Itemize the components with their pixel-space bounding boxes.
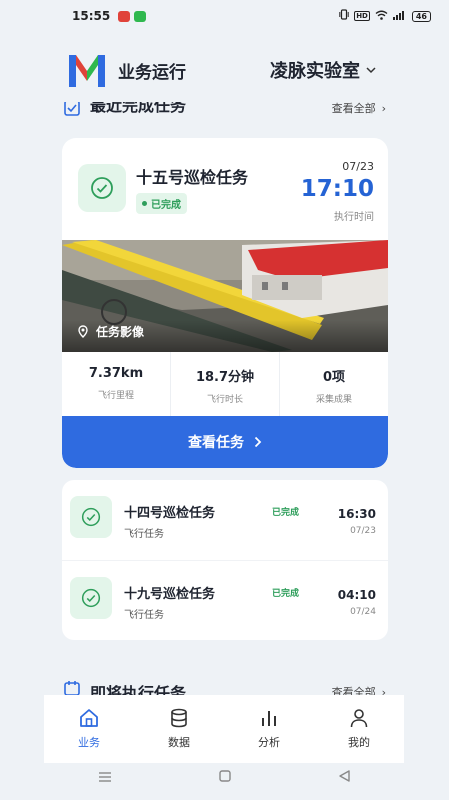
task-type: 飞行任务 [124, 529, 164, 540]
status-label: 已完成 [151, 200, 181, 211]
stat-label: 飞行里程 [97, 391, 134, 401]
task-list: 十四号巡检任务 飞行任务 已完成 16:30 07/23 十九号巡检任务 飞行任… [62, 480, 388, 640]
task-type: 飞行任务 [124, 610, 164, 621]
chevron-right-icon: › [381, 102, 386, 115]
tab-data[interactable]: 数据 [134, 695, 224, 763]
section-title: 即将执行任务 [90, 684, 187, 695]
system-nav-bar [44, 763, 404, 793]
stat-value: 18.7分钟 [195, 370, 255, 385]
back-triangle-icon[interactable] [339, 770, 350, 786]
check-circle-icon [91, 177, 113, 199]
notification-app-icon [118, 10, 131, 22]
status-dot [142, 201, 147, 206]
task-time: 16:30 [337, 507, 376, 521]
completed-check-badge [78, 164, 126, 212]
tab-business[interactable]: 业务 [44, 695, 134, 763]
org-switcher[interactable]: 凌脉实验室 [270, 57, 376, 83]
stat-label: 飞行时长 [206, 395, 243, 405]
status-time: 15:55 [72, 9, 111, 23]
task-date: 07/24 [350, 607, 376, 617]
battery-indicator: 46 [411, 10, 431, 22]
view-all-label: 查看全部 [331, 102, 376, 115]
org-name: 凌脉实验室 [270, 61, 360, 82]
completed-check-badge [70, 577, 112, 619]
upcoming-tasks-section-header: 即将执行任务 查看全部 › [64, 680, 386, 695]
stat-flight-duration: 18.7分钟 飞行时长 [171, 352, 280, 416]
status-label: 已完成 [272, 589, 300, 599]
status-badge: 已完成 [136, 193, 187, 214]
recent-tasks-section-header: 最近完成任务 查看全部 › [64, 102, 386, 116]
list-item[interactable]: 十九号巡检任务 飞行任务 已完成 04:10 07/24 [62, 560, 388, 640]
stat-value: 0项 [322, 370, 346, 385]
message-notification-icon [134, 10, 147, 22]
photo-caption: 任务影像 [76, 323, 144, 340]
chevron-right-icon [254, 436, 262, 448]
app-logo [69, 55, 105, 87]
task-title: 十九号巡检任务 [124, 587, 216, 602]
completed-check-badge [70, 496, 112, 538]
calendar-icon [64, 681, 80, 695]
view-task-button[interactable]: 查看任务 [62, 416, 388, 468]
location-image-icon [78, 324, 88, 338]
app-header: 业务运行 凌脉实验室 [44, 40, 404, 100]
view-task-label: 查看任务 [188, 435, 244, 451]
signal-icon [392, 10, 407, 23]
tab-label: 数据 [168, 736, 190, 749]
chevron-right-icon: › [381, 685, 386, 696]
check-circle-icon [81, 507, 101, 527]
chevron-down-icon [366, 63, 376, 77]
home-square-icon[interactable] [219, 770, 232, 786]
tab-label: 业务 [78, 736, 100, 749]
status-label: 已完成 [272, 508, 300, 518]
view-all-link[interactable]: 查看全部 › [331, 684, 386, 696]
wifi-icon [375, 10, 388, 23]
menu-icon[interactable] [98, 771, 112, 786]
stat-label: 采集成果 [315, 395, 352, 405]
tab-label: 分析 [258, 736, 280, 749]
app-title: 业务运行 [118, 62, 186, 83]
flight-stats: 7.37km 飞行里程 18.7分钟 飞行时长 0项 采集成果 [62, 352, 388, 416]
task-date: 07/23 [350, 526, 376, 536]
user-icon [350, 709, 368, 728]
task-date: 07/23 [342, 160, 374, 173]
tab-label: 我的 [348, 736, 370, 749]
list-item[interactable]: 十四号巡检任务 飞行任务 已完成 16:30 07/23 [62, 480, 388, 560]
home-icon [80, 709, 98, 727]
database-icon [171, 708, 187, 728]
stat-collected-results: 0项 采集成果 [280, 352, 388, 416]
task-time: 04:10 [337, 588, 376, 602]
featured-task-card[interactable]: 十五号巡检任务 已完成 07/23 17:10 执行时间 任务影像 7.37km… [62, 138, 388, 468]
task-photo[interactable]: 任务影像 [62, 240, 388, 352]
task-title: 十四号巡检任务 [124, 506, 216, 521]
task-time: 17:10 [300, 176, 374, 202]
bar-chart-icon [262, 711, 276, 726]
view-all-label: 查看全部 [331, 686, 376, 695]
task-time-label: 执行时间 [334, 212, 374, 223]
bottom-tab-bar: 业务 数据 分析 我的 [44, 695, 404, 763]
task-title: 十五号巡检任务 [136, 168, 249, 187]
tab-profile[interactable]: 我的 [314, 695, 404, 763]
task-check-icon [64, 102, 80, 116]
photo-caption-label: 任务影像 [96, 325, 145, 339]
vibrate-icon [339, 9, 349, 23]
stat-value: 7.37km [88, 366, 144, 381]
status-bar: 15:55 HD 46 [0, 0, 449, 32]
hd-icon: HD [354, 11, 370, 21]
stat-flight-distance: 7.37km 飞行里程 [62, 352, 171, 416]
section-title: 最近完成任务 [90, 102, 187, 115]
tab-analysis[interactable]: 分析 [224, 695, 314, 763]
status-indicators: HD 46 [339, 9, 431, 23]
view-all-link[interactable]: 查看全部 › [332, 102, 386, 116]
check-circle-icon [81, 588, 101, 608]
